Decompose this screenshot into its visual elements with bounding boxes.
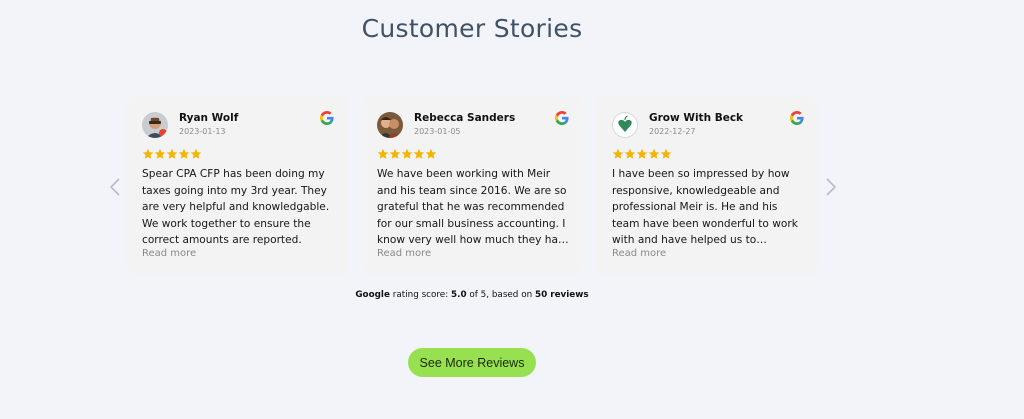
google-icon <box>555 111 569 125</box>
star-icon <box>178 148 190 159</box>
reviews-carousel: Ryan Wolf 2023-01-13 Spear CPA CFP has b… <box>0 96 1024 276</box>
star-icon <box>142 148 154 159</box>
star-icon <box>190 148 202 159</box>
review-text: I have been so impressed by how responsi… <box>612 168 798 246</box>
review-card: Grow With Beck 2022-12-27 I have been so… <box>596 96 818 274</box>
star-rating <box>612 148 672 160</box>
rating-label: rating score: <box>392 290 449 300</box>
section-title: Customer Stories <box>361 14 583 43</box>
star-icon <box>636 148 648 159</box>
star-icon <box>648 148 660 159</box>
chevron-left-icon <box>110 178 120 196</box>
rating-source: Google <box>355 290 390 300</box>
reviewer-name: Rebecca Sanders <box>414 112 516 124</box>
avatar <box>377 112 403 138</box>
reviewer-name: Grow With Beck <box>649 112 744 124</box>
review-card: Rebecca Sanders 2023-01-05 We have been … <box>361 96 583 274</box>
read-more-link[interactable]: Read more <box>612 248 666 259</box>
chevron-right-icon <box>826 178 836 196</box>
star-icon <box>413 148 425 159</box>
review-date: 2023-01-13 <box>179 127 226 136</box>
see-more-reviews-button[interactable]: See More Reviews <box>408 348 536 377</box>
star-icon <box>624 148 636 159</box>
review-card: Ryan Wolf 2023-01-13 Spear CPA CFP has b… <box>126 96 348 274</box>
review-text: We have been working with Meir and his t… <box>377 168 571 246</box>
star-icon <box>377 148 389 159</box>
star-rating <box>377 148 437 160</box>
star-rating <box>142 148 202 160</box>
avatar <box>142 112 168 138</box>
star-icon <box>166 148 178 159</box>
review-date: 2022-12-27 <box>649 127 696 136</box>
review-date: 2023-01-05 <box>414 127 461 136</box>
star-icon <box>612 148 624 159</box>
google-icon <box>320 111 334 125</box>
star-icon <box>389 148 401 159</box>
google-icon <box>790 111 804 125</box>
avatar <box>612 112 638 138</box>
star-icon <box>154 148 166 159</box>
carousel-prev-button[interactable] <box>106 176 124 198</box>
carousel-next-button[interactable] <box>822 176 840 198</box>
rating-summary: Google rating score: 5.0 of 5, based on … <box>0 290 944 300</box>
review-count: 50 reviews <box>534 290 589 300</box>
read-more-link[interactable]: Read more <box>377 248 431 259</box>
reviewer-name: Ryan Wolf <box>179 112 239 124</box>
star-icon <box>660 148 672 159</box>
review-text: Spear CPA CFP has been doing my taxes go… <box>142 168 330 246</box>
read-more-link[interactable]: Read more <box>142 248 196 259</box>
star-icon <box>401 148 413 159</box>
rating-score: 5.0 <box>450 290 467 300</box>
star-icon <box>425 148 437 159</box>
rating-of-text: of 5, based on <box>469 290 533 300</box>
